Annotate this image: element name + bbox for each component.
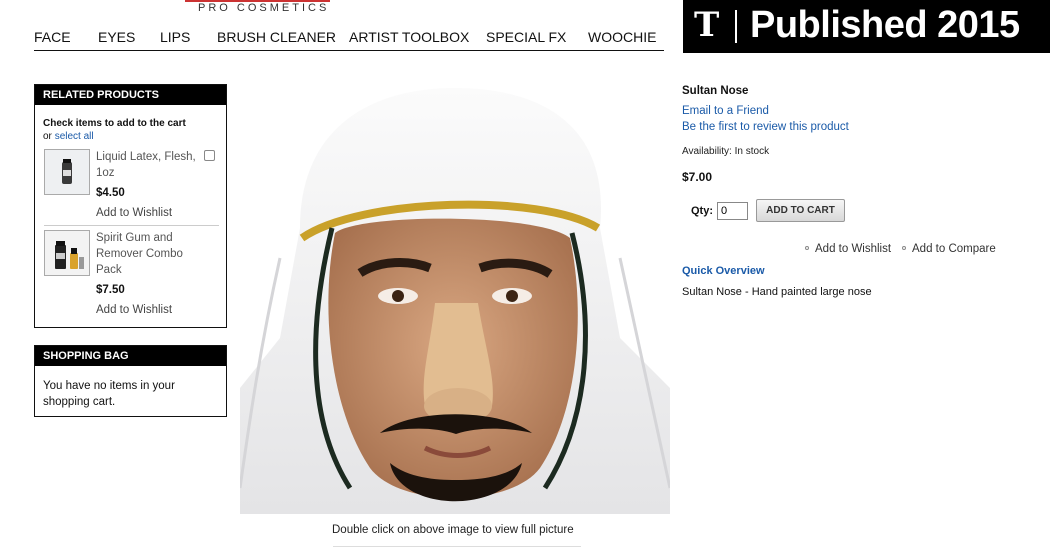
product-price: $7.50 xyxy=(96,284,125,296)
nav-item-woochie[interactable]: WOOCHIE xyxy=(588,29,656,45)
banner-text: Published 2015 xyxy=(750,4,1020,46)
related-divider xyxy=(44,225,219,226)
nav-divider xyxy=(34,50,664,51)
quick-overview-heading: Quick Overview xyxy=(682,265,765,277)
product-price-main: $7.00 xyxy=(682,170,713,184)
nav-item-special-fx[interactable]: SPECIAL FX xyxy=(486,29,566,45)
product-name-link[interactable]: Spirit Gum and Remover Combo Pack xyxy=(96,230,201,278)
add-to-wishlist-action[interactable]: Add to Wishlist xyxy=(805,243,891,255)
product-main-image[interactable] xyxy=(240,88,670,514)
product-thumbnail[interactable] xyxy=(44,230,90,276)
related-intro: Check items to add to the cart or select… xyxy=(43,117,218,143)
related-product-item: Spirit Gum and Remover Combo Pack $7.50 … xyxy=(44,230,219,320)
banner-separator xyxy=(735,10,737,43)
nav-item-artist-toolbox[interactable]: ARTIST TOOLBOX xyxy=(349,29,469,45)
add-to-compare-action[interactable]: Add to Compare xyxy=(902,243,996,255)
related-intro-text: Check items to add to the cart xyxy=(43,118,186,129)
add-to-compare-label[interactable]: Add to Compare xyxy=(912,243,996,255)
shopping-bag-heading: SHOPPING BAG xyxy=(35,346,226,366)
nav-item-lips[interactable]: LIPS xyxy=(160,29,190,45)
bullet-icon xyxy=(902,246,906,250)
add-to-wishlist-link[interactable]: Add to Wishlist xyxy=(96,304,172,316)
published-banner: T Published 2015 xyxy=(683,0,1050,53)
related-product-checkbox[interactable] xyxy=(204,150,215,161)
add-to-wishlist-label[interactable]: Add to Wishlist xyxy=(815,243,891,255)
nav-item-eyes[interactable]: EYES xyxy=(98,29,135,45)
image-caption: Double click on above image to view full… xyxy=(332,524,574,536)
qty-input[interactable] xyxy=(717,202,748,220)
availability-text: Availability: In stock xyxy=(682,146,770,157)
bullet-icon xyxy=(805,246,809,250)
caption-divider xyxy=(333,546,581,547)
qty-label: Qty: xyxy=(691,205,713,217)
nyt-logo: T xyxy=(694,5,720,45)
add-to-wishlist-link[interactable]: Add to Wishlist xyxy=(96,207,172,219)
select-all-link[interactable]: select all xyxy=(55,131,94,142)
quick-overview-text: Sultan Nose - Hand painted large nose xyxy=(682,286,872,298)
related-intro-or: or xyxy=(43,131,52,142)
nav-item-face[interactable]: FACE xyxy=(34,29,71,45)
product-title: Sultan Nose xyxy=(682,85,749,97)
product-price: $4.50 xyxy=(96,187,125,199)
shopping-bag-empty-text: You have no items in your shopping cart. xyxy=(43,380,175,408)
related-products-heading: RELATED PRODUCTS xyxy=(35,85,226,105)
brand-subtitle: PRO COSMETICS xyxy=(198,2,330,14)
shopping-bag-box: SHOPPING BAG You have no items in your s… xyxy=(34,345,227,417)
related-product-item: Liquid Latex, Flesh, 1oz $4.50 Add to Wi… xyxy=(44,149,219,224)
product-name-link[interactable]: Liquid Latex, Flesh, 1oz xyxy=(96,149,201,181)
product-thumbnail[interactable] xyxy=(44,149,90,195)
write-review-link[interactable]: Be the first to review this product xyxy=(682,121,849,133)
nav-item-brush-cleaner[interactable]: BRUSH CLEANER xyxy=(217,29,336,45)
add-to-cart-button[interactable]: ADD TO CART xyxy=(756,199,845,222)
email-friend-link[interactable]: Email to a Friend xyxy=(682,105,769,117)
related-products-box: RELATED PRODUCTS Check items to add to t… xyxy=(34,84,227,328)
